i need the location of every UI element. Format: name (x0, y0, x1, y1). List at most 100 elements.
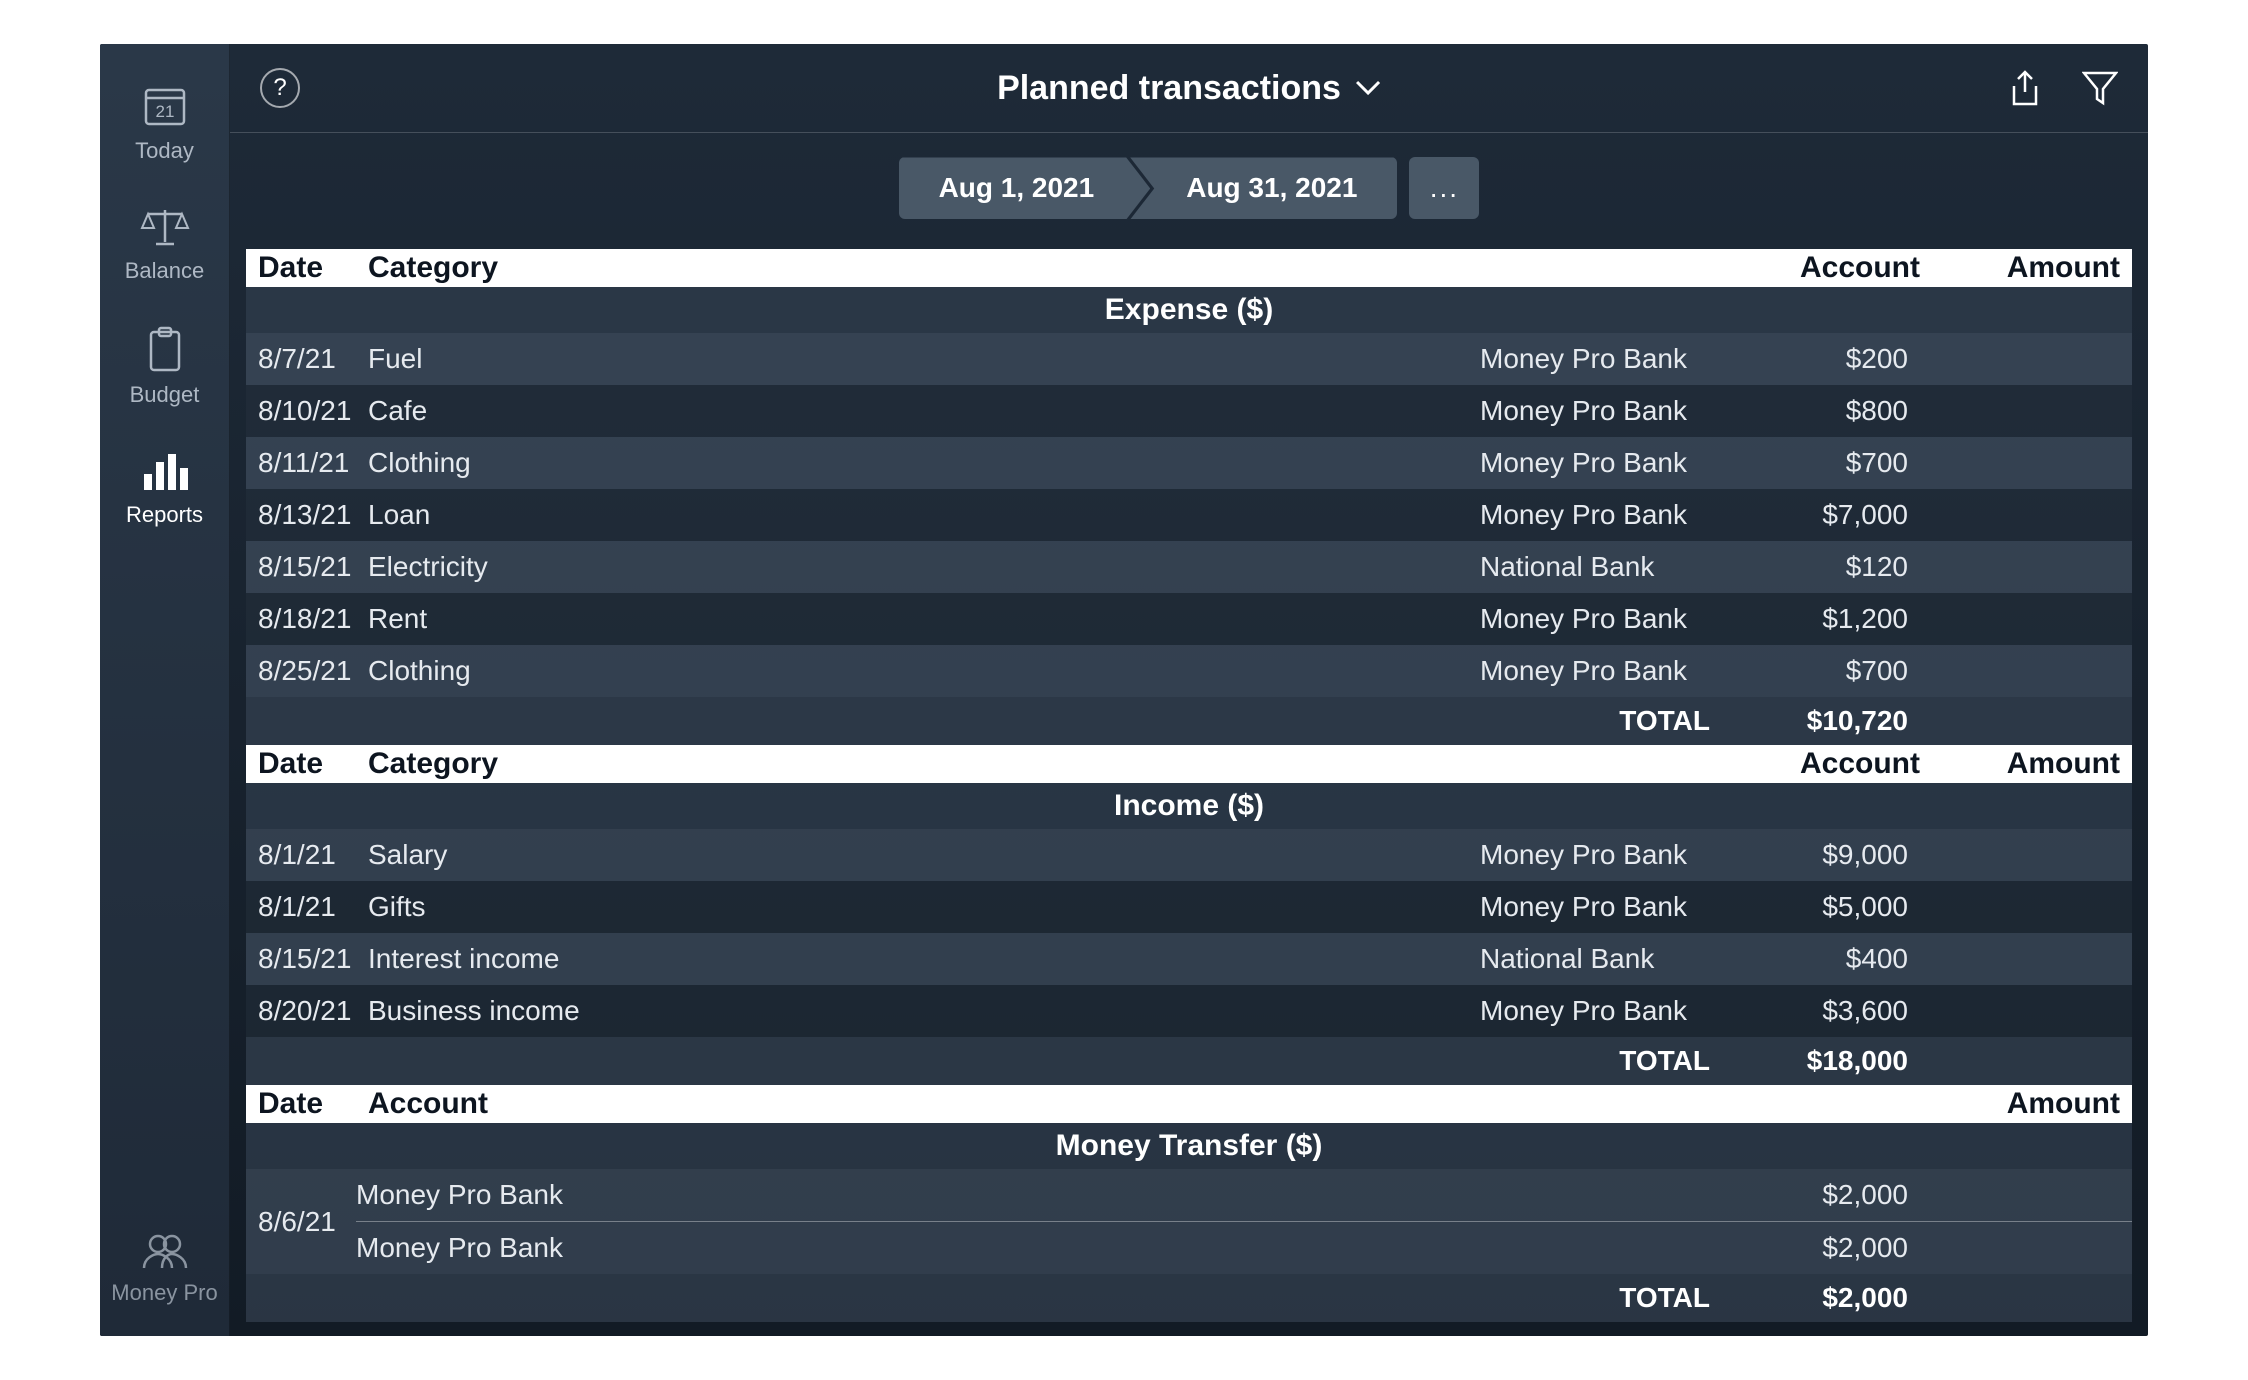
calendar-21-icon: 21 (142, 84, 188, 130)
col-header-date: Date (258, 747, 368, 781)
cell-date: 8/1/21 (258, 891, 368, 923)
cell-category: Electricity (368, 551, 1480, 583)
total-label: TOTAL (368, 1282, 1720, 1314)
help-button[interactable]: ? (260, 68, 300, 108)
cell-account: Money Pro Bank (1480, 499, 1720, 531)
cell-amount: $120 (1720, 551, 1920, 583)
table-row[interactable]: 8/20/21 Business income Money Pro Bank $… (246, 985, 2132, 1037)
page-title-dropdown[interactable]: Planned transactions (997, 69, 1381, 108)
cell-date: 8/25/21 (258, 655, 368, 687)
col-header-account: Account (1720, 747, 1920, 781)
cell-account: Money Pro Bank (1480, 603, 1720, 635)
col-header-amount: Amount (1920, 747, 2120, 781)
filter-button[interactable] (2082, 68, 2118, 108)
profile-icon (140, 1232, 190, 1272)
cell-amount: $700 (1720, 447, 1920, 479)
scale-icon (140, 204, 190, 250)
cell-category: Gifts (368, 891, 1480, 923)
sidebar-item-reports[interactable]: Reports (100, 448, 229, 528)
cell-category: Clothing (368, 447, 1480, 479)
date-range-more-button[interactable]: ... (1409, 157, 1479, 219)
cell-date: 8/10/21 (258, 395, 368, 427)
cell-category: Fuel (368, 343, 1480, 375)
sidebar-profile[interactable]: Money Pro (100, 1232, 229, 1306)
table-row[interactable]: 8/15/21 Electricity National Bank $120 (246, 541, 2132, 593)
date-range-start[interactable]: Aug 1, 2021 (899, 157, 1151, 219)
col-header-account: Account (1720, 251, 1920, 285)
total-value: $2,000 (1720, 1282, 1920, 1314)
cell-account: National Bank (1480, 551, 1720, 583)
page-title: Planned transactions (997, 69, 1341, 108)
column-header-row-transfer: Date Account Amount (246, 1085, 2132, 1123)
cell-date: 8/13/21 (258, 499, 368, 531)
cell-category: Business income (368, 995, 1480, 1027)
section-total-row: TOTAL $18,000 (246, 1037, 2132, 1085)
table-row[interactable]: 8/18/21 Rent Money Pro Bank $1,200 (246, 593, 2132, 645)
bar-chart-icon (140, 448, 190, 494)
total-label: TOTAL (1480, 705, 1720, 737)
cell-date: 8/15/21 (258, 551, 368, 583)
col-header-date: Date (258, 251, 368, 285)
app-window: 21 Today Balance Budget (100, 44, 2148, 1336)
total-label: TOTAL (1480, 1045, 1720, 1077)
table-row[interactable]: 8/25/21 Clothing Money Pro Bank $700 (246, 645, 2132, 697)
table-row[interactable]: 8/13/21 Loan Money Pro Bank $7,000 (246, 489, 2132, 541)
cell-category: Clothing (368, 655, 1480, 687)
cell-account: Money Pro Bank (1480, 655, 1720, 687)
col-header-amount: Amount (1920, 251, 2120, 285)
table-row[interactable]: 8/11/21 Clothing Money Pro Bank $700 (246, 437, 2132, 489)
share-button[interactable] (2008, 68, 2042, 108)
date-range-end[interactable]: Aug 31, 2021 (1130, 157, 1397, 219)
sidebar-item-budget[interactable]: Budget (100, 324, 229, 408)
cell-account: Money Pro Bank (356, 1179, 1720, 1211)
sidebar-profile-label: Money Pro (111, 1280, 217, 1305)
cell-category: Rent (368, 603, 1480, 635)
report-body: Date Category Account Amount Expense ($)… (230, 249, 2148, 1336)
sidebar-item-label: Budget (130, 382, 200, 407)
table-row[interactable]: 8/1/21 Gifts Money Pro Bank $5,000 (246, 881, 2132, 933)
cell-date: 8/11/21 (258, 447, 368, 479)
col-header-amount: Amount (1920, 1087, 2120, 1121)
cell-account: Money Pro Bank (1480, 343, 1720, 375)
total-value: $10,720 (1720, 705, 1920, 737)
table-row[interactable]: 8/10/21 Cafe Money Pro Bank $800 (246, 385, 2132, 437)
clipboard-icon (145, 324, 185, 374)
cell-date: 8/15/21 (258, 943, 368, 975)
sidebar-item-label: Today (135, 138, 194, 163)
col-header-account: Account (368, 1087, 1720, 1121)
sidebar: 21 Today Balance Budget (100, 44, 230, 1336)
column-header-row: Date Category Account Amount (246, 745, 2132, 783)
sidebar-item-label: Balance (125, 258, 205, 283)
cell-date: 8/18/21 (258, 603, 368, 635)
sidebar-item-today[interactable]: 21 Today (100, 84, 229, 164)
cell-date: 8/6/21 (246, 1169, 356, 1274)
chevron-down-icon (1355, 80, 1381, 96)
cell-amount: $1,200 (1720, 603, 1920, 635)
cell-date: 8/1/21 (258, 839, 368, 871)
table-row[interactable]: 8/1/21 Salary Money Pro Bank $9,000 (246, 829, 2132, 881)
date-range-start-label: Aug 1, 2021 (939, 172, 1095, 204)
main-panel: ? Planned transactions (230, 44, 2148, 1336)
help-icon: ? (273, 74, 286, 102)
cell-category: Loan (368, 499, 1480, 531)
cell-account: National Bank (1480, 943, 1720, 975)
svg-text:21: 21 (155, 102, 174, 121)
cell-account: Money Pro Bank (1480, 395, 1720, 427)
section-title-expense: Expense ($) (246, 287, 2132, 333)
cell-amount: $3,600 (1720, 995, 1920, 1027)
cell-account: Money Pro Bank (1480, 995, 1720, 1027)
date-range-end-label: Aug 31, 2021 (1186, 172, 1357, 204)
cell-amount: $400 (1720, 943, 1920, 975)
table-row[interactable]: 8/7/21 Fuel Money Pro Bank $200 (246, 333, 2132, 385)
cell-amount: $800 (1720, 395, 1920, 427)
column-header-row: Date Category Account Amount (246, 249, 2132, 287)
cell-account: Money Pro Bank (1480, 891, 1720, 923)
table-row[interactable]: 8/15/21 Interest income National Bank $4… (246, 933, 2132, 985)
ellipsis-icon: ... (1430, 172, 1459, 204)
date-range-picker: Aug 1, 2021 Aug 31, 2021 ... (230, 133, 2148, 249)
cell-account: Money Pro Bank (356, 1232, 1720, 1264)
cell-amount: $700 (1720, 655, 1920, 687)
cell-category: Interest income (368, 943, 1480, 975)
sidebar-item-balance[interactable]: Balance (100, 204, 229, 284)
transfer-row[interactable]: 8/6/21 Money Pro Bank $2,000 Money Pro B… (246, 1169, 2132, 1274)
